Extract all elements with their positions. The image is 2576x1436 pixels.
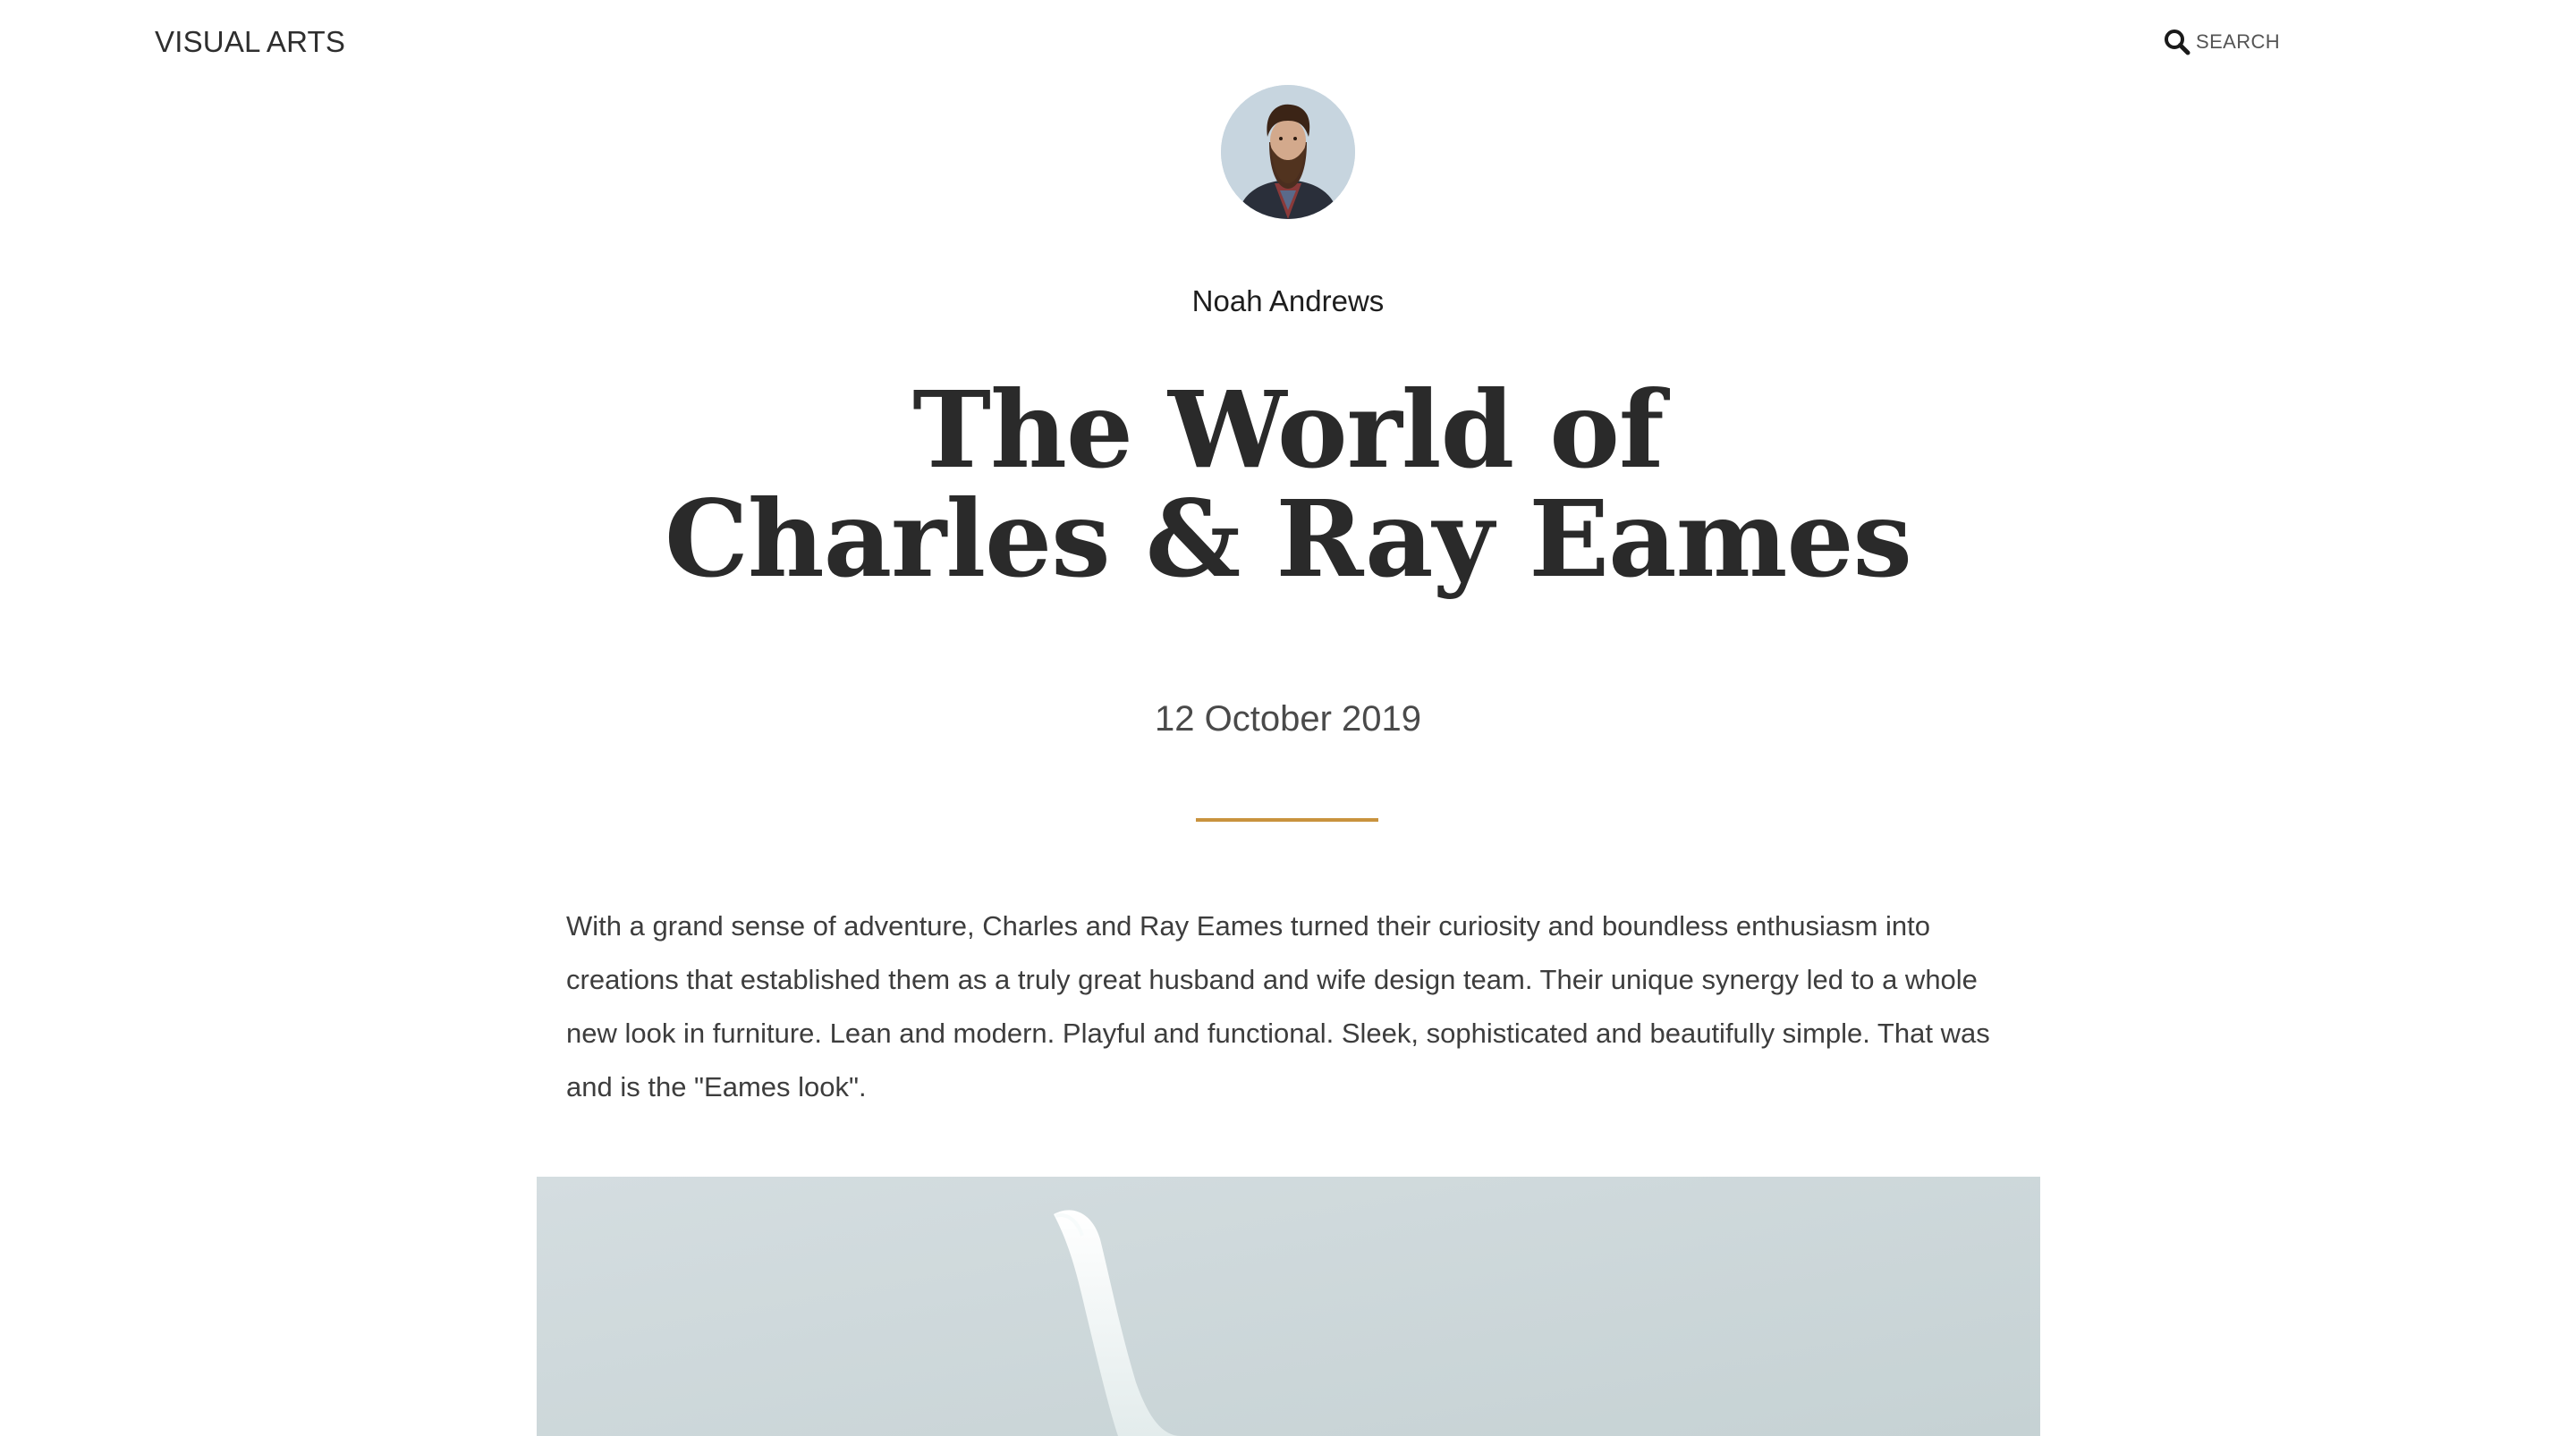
accent-divider bbox=[1196, 818, 1378, 822]
search-button[interactable]: SEARCH bbox=[2164, 29, 2280, 55]
article-title: The World of Charles & Ray Eames bbox=[0, 376, 2576, 594]
article-title-line-1: The World of bbox=[912, 367, 1664, 492]
search-icon bbox=[2164, 29, 2190, 55]
search-label: SEARCH bbox=[2196, 30, 2281, 53]
article-hero-image bbox=[537, 1177, 2040, 1436]
author-avatar[interactable] bbox=[1221, 85, 1355, 219]
site-logo[interactable]: VISUAL ARTS bbox=[155, 25, 345, 59]
article-title-line-2: Charles & Ray Eames bbox=[664, 477, 1912, 601]
article-date: 12 October 2019 bbox=[1155, 699, 1421, 739]
author-name[interactable]: Noah Andrews bbox=[0, 284, 2576, 318]
article-intro: With a grand sense of adventure, Charles… bbox=[566, 910, 1990, 1102]
